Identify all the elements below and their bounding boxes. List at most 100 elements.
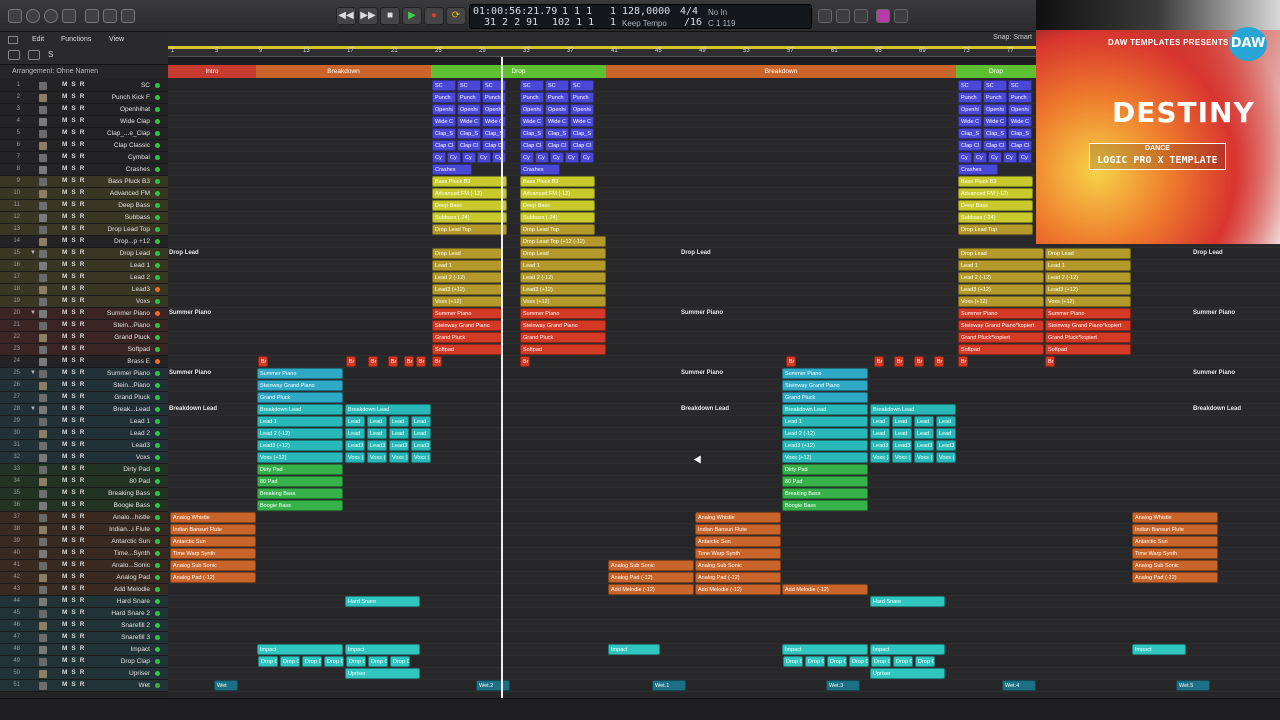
track-header[interactable]: 31 MSR Lead3 <box>0 440 168 452</box>
marker-drop[interactable]: Drop <box>956 65 1036 78</box>
marker-breakdown[interactable]: Breakdown <box>606 65 956 78</box>
mute-solo-record-buttons[interactable]: MSR <box>62 657 88 664</box>
region[interactable]: Lead 1 <box>520 260 606 271</box>
region[interactable]: Br <box>914 356 924 367</box>
track-on-indicator[interactable] <box>155 587 160 592</box>
track-header[interactable]: 5 MSR Clap_...e_Clap <box>0 128 168 140</box>
track-on-indicator[interactable] <box>155 395 160 400</box>
track-lane[interactable] <box>168 680 1280 692</box>
region[interactable]: Voxs (+12) <box>411 452 431 463</box>
track-on-indicator[interactable] <box>155 359 160 364</box>
track-name[interactable]: Summer Piano <box>96 310 150 317</box>
track-header[interactable]: 17 MSR Lead 2 <box>0 272 168 284</box>
track-lane[interactable] <box>168 596 1280 608</box>
track-name[interactable]: Lead3 <box>96 442 150 449</box>
region[interactable]: Openhi <box>545 104 569 115</box>
track-name[interactable]: Stein...Piano <box>96 382 150 389</box>
region[interactable]: Br <box>432 356 442 367</box>
track-on-indicator[interactable] <box>155 551 160 556</box>
region[interactable]: Openhi <box>520 104 544 115</box>
lcd-display[interactable]: 01:00:56:21.79 31 2 2 91 1 1 1 102 1 1 1… <box>469 4 812 29</box>
region[interactable]: Impact <box>1132 644 1186 655</box>
region[interactable]: Lead <box>389 416 409 427</box>
region[interactable]: Boogie Bass <box>782 500 868 511</box>
region[interactable]: Analog Whistle <box>170 512 256 523</box>
track-name[interactable]: Lead3 <box>96 286 150 293</box>
bar-ruler[interactable]: 1 5 9 13 17 21 25 29 33 37 41 45 49 53 57 61 65 69 73 77 <box>168 46 1036 57</box>
track-name[interactable]: Stein...Piano <box>96 322 150 329</box>
region[interactable]: Breaking Bass <box>782 488 868 499</box>
region[interactable]: Clap_S <box>432 128 456 139</box>
region[interactable]: Deep Bass <box>520 200 595 211</box>
region[interactable]: Openhi <box>958 104 982 115</box>
region[interactable]: Steinway Grand Piano*kopiert <box>958 320 1044 331</box>
region[interactable]: Lead3 (-1 <box>411 440 431 451</box>
track-name[interactable]: Analo...Sonic <box>96 562 150 569</box>
tempo-mode[interactable]: Keep Tempo <box>622 19 667 28</box>
region[interactable]: Drop Lead <box>1045 248 1131 259</box>
track-header[interactable]: 9 MSR Bass Pluck B3 <box>0 176 168 188</box>
region[interactable]: Lead3 (-1 <box>892 440 912 451</box>
track-name[interactable]: Drop Lead <box>96 250 150 257</box>
region[interactable]: Lead <box>936 416 956 427</box>
global-tracks-icon[interactable] <box>28 50 40 60</box>
region[interactable]: Wet.4 <box>1002 680 1036 691</box>
mute-solo-record-buttons[interactable]: MSR <box>62 477 88 484</box>
track-header[interactable]: 25 ▼ MSR Summer Piano <box>0 368 168 380</box>
region[interactable]: Lead <box>411 428 431 439</box>
region[interactable]: Deep Bass <box>958 200 1033 211</box>
region[interactable]: Lead 2 (-12) <box>782 428 868 439</box>
track-header[interactable]: 27 MSR Grand Pluck <box>0 392 168 404</box>
region[interactable]: Br <box>368 356 378 367</box>
mute-solo-record-buttons[interactable]: MSR <box>62 129 88 136</box>
region[interactable]: Impact <box>870 644 945 655</box>
mute-solo-record-buttons[interactable]: MSR <box>62 285 88 292</box>
region[interactable]: Drop Cl <box>849 656 869 667</box>
region[interactable]: Voxs (+12) <box>367 452 387 463</box>
track-name[interactable]: Snarefill 3 <box>96 634 150 641</box>
track-on-indicator[interactable] <box>155 95 160 100</box>
region[interactable]: Hard Snare <box>345 596 420 607</box>
region[interactable]: Lead <box>389 428 409 439</box>
mute-solo-record-buttons[interactable]: MSR <box>62 669 88 676</box>
track-header[interactable]: 46 MSR Snarefill 2 <box>0 620 168 632</box>
region[interactable]: Wet.1 <box>652 680 686 691</box>
region[interactable]: SC <box>432 80 456 91</box>
region[interactable]: Wet.5 <box>1176 680 1210 691</box>
playhead[interactable] <box>501 57 503 720</box>
region[interactable]: Wet.2 <box>476 680 510 691</box>
track-name[interactable]: Analo...histle <box>96 514 150 521</box>
region[interactable]: Drop Lead <box>432 248 502 259</box>
mute-solo-record-buttons[interactable]: MSR <box>62 237 88 244</box>
region[interactable]: Clap_S <box>958 128 982 139</box>
track-on-indicator[interactable] <box>155 119 160 124</box>
region[interactable]: Cy <box>520 152 534 163</box>
region[interactable]: Clap Cl <box>570 140 594 151</box>
track-header[interactable]: 35 MSR Breaking Bass <box>0 488 168 500</box>
region[interactable]: Summer Piano <box>958 308 1044 319</box>
region[interactable]: Wet <box>214 680 238 691</box>
snap-setting[interactable]: Snap: Smart <box>993 34 1032 41</box>
track-on-indicator[interactable] <box>155 227 160 232</box>
region[interactable]: Add Melodie (-12) <box>608 584 694 595</box>
region[interactable]: Wide C <box>520 116 544 127</box>
region[interactable]: Lead3 (-1 <box>914 440 934 451</box>
region[interactable]: Crashes <box>520 164 560 175</box>
region[interactable]: Wide C <box>958 116 982 127</box>
track-header[interactable]: 6 MSR Clap Classic <box>0 140 168 152</box>
region[interactable]: Breakdown Lead <box>345 404 431 415</box>
track-name[interactable]: Lead 1 <box>96 418 150 425</box>
track-name[interactable]: Wide Clap <box>96 118 150 125</box>
region[interactable]: Lead <box>345 428 365 439</box>
track-header[interactable]: 45 MSR Hard Snare 2 <box>0 608 168 620</box>
track-name[interactable]: Advanced FM <box>96 190 150 197</box>
region[interactable]: Lead 2 (-12) <box>1045 272 1131 283</box>
region[interactable]: Lead3 (+12) <box>958 284 1044 295</box>
region[interactable]: Drop Cl <box>827 656 847 667</box>
region[interactable]: Clap_S <box>545 128 569 139</box>
region[interactable]: Breakdown Lead <box>257 404 343 415</box>
region[interactable]: SC <box>457 80 481 91</box>
region[interactable]: Dirty Pad <box>782 464 868 475</box>
region[interactable]: Voxs (+12) <box>892 452 912 463</box>
track-on-indicator[interactable] <box>155 671 160 676</box>
